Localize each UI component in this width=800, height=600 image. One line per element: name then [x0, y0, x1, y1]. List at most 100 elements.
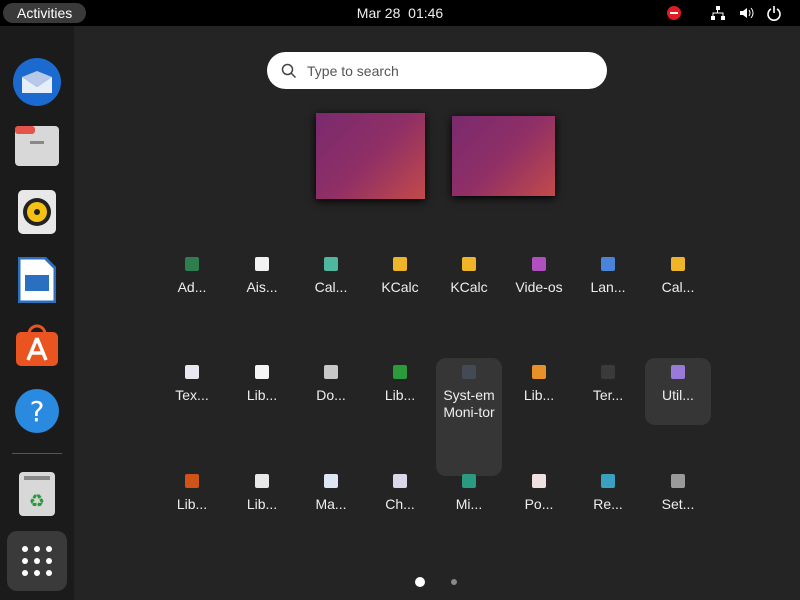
app-icon	[324, 257, 338, 271]
workspace-thumbnail-2[interactable]	[452, 116, 555, 196]
app-item[interactable]: Lib...	[229, 358, 295, 404]
app-label: KCalc	[381, 279, 419, 295]
app-item[interactable]: Ad...	[159, 250, 225, 296]
app-icon	[601, 257, 615, 271]
dock-files[interactable]	[9, 118, 65, 174]
date: Mar 28	[356, 5, 401, 21]
app-icon	[393, 474, 407, 488]
app-item[interactable]: Util...	[645, 358, 711, 425]
app-icon	[671, 474, 685, 488]
app-item[interactable]: Lan...	[575, 250, 641, 296]
app-item[interactable]: Ais...	[229, 250, 295, 296]
app-icon	[671, 365, 685, 379]
dock-help[interactable]: ?	[9, 383, 65, 439]
app-icon	[185, 474, 199, 488]
workspace-thumbnail-1[interactable]	[316, 113, 425, 199]
time: 01:46	[408, 5, 444, 21]
app-icon	[532, 257, 546, 271]
dock-app-center[interactable]	[9, 317, 65, 373]
app-icon	[462, 474, 476, 488]
help-icon: ?	[15, 389, 59, 433]
app-label: Vide-os	[515, 279, 563, 295]
app-item[interactable]: Tex...	[159, 358, 225, 404]
network-icon[interactable]	[710, 5, 726, 21]
app-grid-icon	[22, 546, 52, 576]
app-icon	[671, 257, 685, 271]
app-item[interactable]: Ter...	[575, 358, 641, 404]
writer-icon	[18, 257, 56, 303]
files-icon	[15, 126, 59, 166]
app-item[interactable]: Re...	[575, 467, 641, 513]
app-item[interactable]: Vide-os	[506, 250, 572, 296]
app-label: Do...	[316, 387, 346, 403]
app-label: Ma...	[315, 496, 347, 512]
app-item[interactable]: Mi...	[436, 467, 502, 513]
dock-rhythmbox[interactable]	[9, 184, 65, 240]
app-label: Tex...	[175, 387, 209, 403]
app-label: Util...	[662, 387, 694, 403]
app-item[interactable]: Po...	[506, 467, 572, 513]
app-item[interactable]: Cal...	[645, 250, 711, 296]
app-label: Lib...	[246, 387, 278, 403]
app-item[interactable]: KCalc	[436, 250, 502, 296]
app-item[interactable]: Ma...	[298, 467, 364, 513]
app-item[interactable]: Lib...	[159, 467, 225, 513]
app-label: Lib...	[246, 496, 278, 512]
show-apps-button[interactable]	[7, 531, 67, 591]
app-icon	[393, 365, 407, 379]
dock-thunderbird[interactable]	[9, 54, 65, 110]
app-center-icon	[16, 324, 58, 366]
app-item[interactable]: Lib...	[229, 467, 295, 513]
dock-libreoffice-writer[interactable]	[9, 252, 65, 308]
app-icon	[255, 257, 269, 271]
app-label: Set...	[661, 496, 695, 512]
app-icon	[462, 365, 476, 379]
app-icon	[185, 365, 199, 379]
power-icon[interactable]	[766, 5, 782, 21]
app-icon	[601, 365, 615, 379]
activities-button[interactable]: Activities	[3, 3, 87, 23]
app-icon	[255, 474, 269, 488]
app-item[interactable]: Cal...	[298, 250, 364, 296]
app-label: Cal...	[314, 279, 348, 295]
app-label: Ais...	[246, 279, 278, 295]
app-item[interactable]: Lib...	[367, 358, 433, 404]
app-label: Re...	[593, 496, 623, 512]
app-label: Lib...	[523, 387, 555, 403]
app-item[interactable]: Lib...	[506, 358, 572, 404]
app-label: Syst-em Moni-tor	[443, 387, 495, 420]
app-icon	[185, 257, 199, 271]
search-input[interactable]	[307, 62, 587, 79]
rhythmbox-icon	[18, 190, 56, 234]
search-bar[interactable]	[267, 52, 607, 89]
trash-icon: ♻	[19, 472, 55, 516]
top-bar: Activities Mar 28 01:46	[0, 0, 800, 26]
app-label: Ch...	[385, 496, 415, 512]
app-item[interactable]: Syst-em Moni-tor	[436, 358, 502, 476]
app-label: Po...	[524, 496, 554, 512]
svg-text:♻: ♻	[29, 491, 45, 512]
app-label: Ad...	[177, 279, 207, 295]
app-icon	[255, 365, 269, 379]
app-label: KCalc	[450, 279, 488, 295]
search-icon	[281, 63, 297, 78]
app-item[interactable]: Do...	[298, 358, 364, 404]
app-item[interactable]: Ch...	[367, 467, 433, 513]
dock-trash[interactable]: ♻	[9, 466, 65, 522]
do-not-disturb-icon[interactable]	[666, 5, 682, 21]
dock: ? ♻	[0, 26, 74, 600]
app-item[interactable]: Set...	[645, 467, 711, 513]
clock-button[interactable]: Mar 28 01:46	[357, 5, 443, 21]
volume-icon[interactable]	[738, 5, 754, 21]
app-icon	[393, 257, 407, 271]
page-dot[interactable]	[415, 577, 425, 587]
dock-separator	[12, 453, 62, 454]
app-label: Ter...	[592, 387, 624, 403]
app-label: Lib...	[384, 387, 416, 403]
thunderbird-icon	[13, 58, 61, 106]
app-item[interactable]: KCalc	[367, 250, 433, 296]
page-dot[interactable]	[451, 579, 457, 585]
app-label: Lan...	[590, 279, 626, 295]
app-icon	[324, 474, 338, 488]
app-icon	[462, 257, 476, 271]
